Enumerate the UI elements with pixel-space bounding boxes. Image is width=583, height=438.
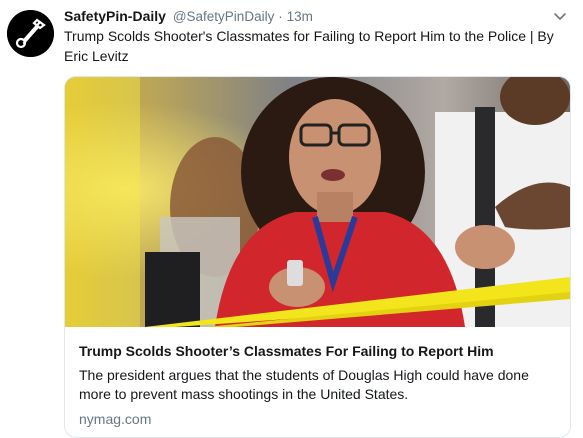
chevron-down-icon[interactable] bbox=[551, 8, 569, 26]
display-name[interactable]: SafetyPin-Daily bbox=[64, 8, 166, 24]
card-title[interactable]: Trump Scolds Shooter’s Classmates For Fa… bbox=[79, 342, 556, 361]
avatar[interactable] bbox=[7, 10, 54, 57]
separator-dot: · bbox=[278, 9, 283, 24]
card-domain[interactable]: nymag.com bbox=[79, 410, 556, 429]
card-image bbox=[65, 77, 570, 327]
tweet[interactable]: SafetyPin-Daily @SafetyPinDaily · 13m Tr… bbox=[0, 0, 583, 438]
card-description: The president argues that the students o… bbox=[79, 367, 529, 402]
tweet-header: SafetyPin-Daily @SafetyPinDaily · 13m bbox=[64, 7, 313, 26]
card-body: Trump Scolds Shooter’s Classmates For Fa… bbox=[65, 328, 570, 429]
tweet-text: Trump Scolds Shooter's Classmates for Fa… bbox=[64, 28, 554, 64]
timestamp[interactable]: 13m bbox=[287, 9, 313, 24]
safety-pin-logo-icon bbox=[7, 10, 54, 57]
link-card[interactable]: Trump Scolds Shooter’s Classmates For Fa… bbox=[64, 76, 571, 438]
card-photo[interactable] bbox=[65, 77, 570, 327]
user-handle[interactable]: @SafetyPinDaily bbox=[173, 9, 275, 24]
